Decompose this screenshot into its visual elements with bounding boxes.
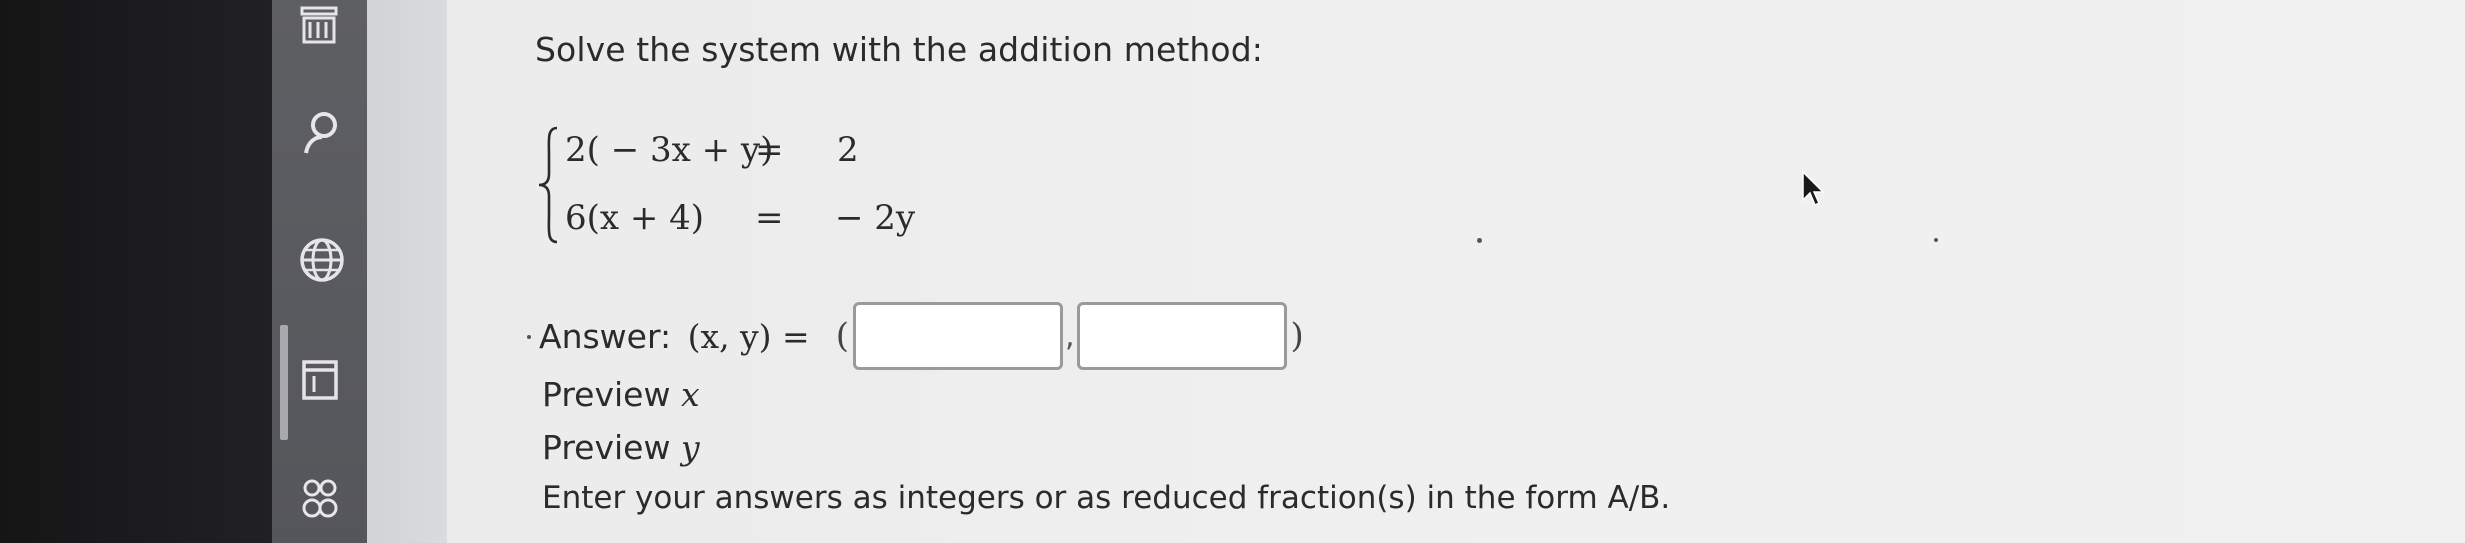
stray-mark [1477, 238, 1482, 243]
screen: Solve the system with the addition metho… [0, 0, 2465, 543]
question-panel: Solve the system with the addition metho… [447, 0, 2465, 543]
person-search-icon[interactable] [292, 105, 348, 161]
assignment-icon[interactable] [292, 352, 348, 408]
equation-2-rhs: − 2y [835, 198, 916, 238]
equation-1-equals: = [755, 130, 784, 170]
page-gutter [367, 0, 447, 543]
answer-label: Answer: [539, 316, 682, 356]
answer-instructions: Enter your answers as integers or as red… [542, 480, 1671, 516]
background-edge [0, 0, 300, 543]
answer-comma: , [1064, 318, 1075, 354]
active-indicator [280, 325, 288, 440]
icon-rail [272, 0, 367, 543]
equation-1-rhs: 2 [837, 130, 859, 170]
preview-x[interactable]: Preview x [542, 375, 700, 414]
equation-2-lhs: 6(x + 4) [565, 198, 705, 238]
preview-x-var: x [680, 375, 700, 414]
equation-system: 2( − 3x + y) = 2 6(x + 4) = − 2y [537, 120, 915, 250]
x-answer-input[interactable] [852, 302, 1063, 370]
stray-mark [527, 335, 531, 339]
preview-y-var: y [680, 428, 700, 467]
equation-2-equals: = [755, 198, 784, 238]
preview-y-label: Preview [542, 428, 681, 467]
group-icon[interactable] [292, 470, 348, 526]
preview-x-label: Preview [542, 375, 681, 414]
question-prompt: Solve the system with the addition metho… [535, 30, 1263, 69]
answer-tuple: (x, y) = [687, 316, 810, 356]
grade-book-icon[interactable] [292, 0, 348, 56]
globe-icon[interactable] [292, 232, 348, 288]
close-paren: ) [1290, 316, 1304, 356]
equation-1-lhs: 2( − 3x + y) [565, 130, 774, 170]
answer-row: Answer: (x, y) = ( , ) [539, 300, 1304, 372]
preview-y[interactable]: Preview y [542, 428, 700, 467]
y-answer-input[interactable] [1076, 302, 1287, 370]
stray-mark [1934, 238, 1938, 242]
left-brace [538, 126, 558, 244]
mouse-pointer-icon [1802, 170, 1825, 207]
open-paren: ( [835, 316, 849, 356]
